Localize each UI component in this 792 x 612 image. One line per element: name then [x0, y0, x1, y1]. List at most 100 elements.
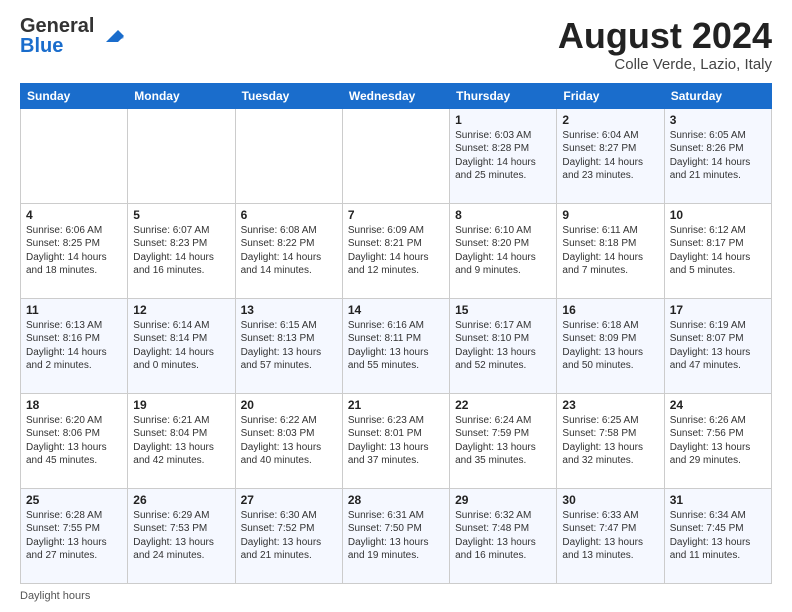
calendar-cell: 2Sunrise: 6:04 AM Sunset: 8:27 PM Daylig… [557, 108, 664, 203]
day-number: 9 [562, 208, 658, 222]
day-info: Sunrise: 6:11 AM Sunset: 8:18 PM Dayligh… [562, 224, 658, 278]
day-info: Sunrise: 6:13 AM Sunset: 8:16 PM Dayligh… [26, 319, 122, 373]
week-row-3: 11 Sunrise: 6:13 AM Sunset: 8:16 PM Dayli… [21, 298, 772, 393]
calendar-cell: 25 Sunrise: 6:28 AM Sunset: 7:55 PM Dayli… [21, 488, 128, 583]
day-info: Sunrise: 6:23 AM Sunset: 8:01 PM Dayligh… [348, 414, 444, 468]
day-info: Sunrise: 6:22 AM Sunset: 8:03 PM Dayligh… [241, 414, 337, 468]
day-info: Sunrise: 6:06 AM Sunset: 8:25 PM Dayligh… [26, 224, 122, 278]
day-info: Sunrise: 6:05 AM Sunset: 8:26 PM Dayligh… [670, 129, 766, 183]
day-info: Sunrise: 6:26 AM Sunset: 7:56 PM Dayligh… [670, 414, 766, 468]
week-row-5: 25 Sunrise: 6:28 AM Sunset: 7:55 PM Dayli… [21, 488, 772, 583]
calendar-cell: 4 Sunrise: 6:06 AM Sunset: 8:25 PM Daylig… [21, 203, 128, 298]
day-number: 1 [455, 113, 551, 127]
weekday-friday: Friday [557, 83, 664, 108]
day-number: 21 [348, 398, 444, 412]
day-number: 13 [241, 303, 337, 317]
day-number: 23 [562, 398, 658, 412]
calendar-cell: 6 Sunrise: 6:08 AM Sunset: 8:22 PM Daylig… [235, 203, 342, 298]
day-number: 12 [133, 303, 229, 317]
day-number: 28 [348, 493, 444, 507]
day-number: 15 [455, 303, 551, 317]
day-number: 7 [348, 208, 444, 222]
day-info: Sunrise: 6:21 AM Sunset: 8:04 PM Dayligh… [133, 414, 229, 468]
calendar-cell [21, 108, 128, 203]
day-info: Sunrise: 6:25 AM Sunset: 7:58 PM Dayligh… [562, 414, 658, 468]
day-number: 17 [670, 303, 766, 317]
calendar-cell: 24 Sunrise: 6:26 AM Sunset: 7:56 PM Dayli… [664, 393, 771, 488]
footer: Daylight hours [20, 590, 772, 602]
weekday-sunday: Sunday [21, 83, 128, 108]
calendar-cell: 22Sunrise: 6:24 AM Sunset: 7:59 PM Dayli… [450, 393, 557, 488]
day-number: 27 [241, 493, 337, 507]
day-info: Sunrise: 6:07 AM Sunset: 8:23 PM Dayligh… [133, 224, 229, 278]
day-number: 19 [133, 398, 229, 412]
calendar-cell: 27 Sunrise: 6:30 AM Sunset: 7:52 PM Dayli… [235, 488, 342, 583]
calendar-cell: 11 Sunrise: 6:13 AM Sunset: 8:16 PM Dayli… [21, 298, 128, 393]
day-info: Sunrise: 6:03 AM Sunset: 8:28 PM Dayligh… [455, 129, 551, 183]
week-row-1: 1 Sunrise: 6:03 AM Sunset: 8:28 PM Daylig… [21, 108, 772, 203]
calendar-cell: 18 Sunrise: 6:20 AM Sunset: 8:06 PM Dayli… [21, 393, 128, 488]
day-number: 10 [670, 208, 766, 222]
calendar-cell [235, 108, 342, 203]
header: General Blue August 2024 Colle Verde, La… [20, 16, 772, 73]
day-number: 11 [26, 303, 122, 317]
calendar-cell: 9 Sunrise: 6:11 AM Sunset: 8:18 PM Daylig… [557, 203, 664, 298]
logo-general: General [20, 16, 94, 36]
day-number: 6 [241, 208, 337, 222]
day-info: Sunrise: 6:28 AM Sunset: 7:55 PM Dayligh… [26, 509, 122, 563]
day-info: Sunrise: 6:33 AM Sunset: 7:47 PM Dayligh… [562, 509, 658, 563]
day-number: 25 [26, 493, 122, 507]
day-number: 30 [562, 493, 658, 507]
day-info: Sunrise: 6:20 AM Sunset: 8:06 PM Dayligh… [26, 414, 122, 468]
day-number: 22 [455, 398, 551, 412]
month-title: August 2024 [558, 16, 772, 56]
day-number: 20 [241, 398, 337, 412]
page: General Blue August 2024 Colle Verde, La… [0, 0, 792, 612]
calendar-cell: 31Sunrise: 6:34 AM Sunset: 7:45 PM Dayli… [664, 488, 771, 583]
calendar-cell: 3Sunrise: 6:05 AM Sunset: 8:26 PM Daylig… [664, 108, 771, 203]
day-info: Sunrise: 6:19 AM Sunset: 8:07 PM Dayligh… [670, 319, 766, 373]
day-number: 29 [455, 493, 551, 507]
day-info: Sunrise: 6:14 AM Sunset: 8:14 PM Dayligh… [133, 319, 229, 373]
calendar-body: 1 Sunrise: 6:03 AM Sunset: 8:28 PM Daylig… [21, 108, 772, 583]
weekday-thursday: Thursday [450, 83, 557, 108]
header-right: August 2024 Colle Verde, Lazio, Italy [558, 16, 772, 73]
calendar-cell: 26Sunrise: 6:29 AM Sunset: 7:53 PM Dayli… [128, 488, 235, 583]
day-number: 26 [133, 493, 229, 507]
calendar-cell: 1 Sunrise: 6:03 AM Sunset: 8:28 PM Daylig… [450, 108, 557, 203]
location: Colle Verde, Lazio, Italy [558, 56, 772, 73]
day-info: Sunrise: 6:30 AM Sunset: 7:52 PM Dayligh… [241, 509, 337, 563]
calendar-cell: 15Sunrise: 6:17 AM Sunset: 8:10 PM Dayli… [450, 298, 557, 393]
logo: General Blue [20, 16, 126, 56]
calendar-cell: 16 Sunrise: 6:18 AM Sunset: 8:09 PM Dayli… [557, 298, 664, 393]
day-number: 2 [562, 113, 658, 127]
day-info: Sunrise: 6:18 AM Sunset: 8:09 PM Dayligh… [562, 319, 658, 373]
day-info: Sunrise: 6:31 AM Sunset: 7:50 PM Dayligh… [348, 509, 444, 563]
weekday-saturday: Saturday [664, 83, 771, 108]
calendar-cell: 7 Sunrise: 6:09 AM Sunset: 8:21 PM Daylig… [342, 203, 449, 298]
logo-icon [98, 22, 126, 50]
day-info: Sunrise: 6:08 AM Sunset: 8:22 PM Dayligh… [241, 224, 337, 278]
calendar-cell: 8 Sunrise: 6:10 AM Sunset: 8:20 PM Daylig… [450, 203, 557, 298]
calendar-cell: 29 Sunrise: 6:32 AM Sunset: 7:48 PM Dayli… [450, 488, 557, 583]
calendar-cell: 13 Sunrise: 6:15 AM Sunset: 8:13 PM Dayli… [235, 298, 342, 393]
logo-blue: Blue [20, 36, 94, 56]
day-info: Sunrise: 6:15 AM Sunset: 8:13 PM Dayligh… [241, 319, 337, 373]
day-number: 4 [26, 208, 122, 222]
calendar-cell [342, 108, 449, 203]
calendar-cell: 10Sunrise: 6:12 AM Sunset: 8:17 PM Dayli… [664, 203, 771, 298]
day-info: Sunrise: 6:09 AM Sunset: 8:21 PM Dayligh… [348, 224, 444, 278]
day-number: 8 [455, 208, 551, 222]
day-info: Sunrise: 6:10 AM Sunset: 8:20 PM Dayligh… [455, 224, 551, 278]
week-row-2: 4 Sunrise: 6:06 AM Sunset: 8:25 PM Daylig… [21, 203, 772, 298]
calendar-cell: 28 Sunrise: 6:31 AM Sunset: 7:50 PM Dayli… [342, 488, 449, 583]
day-number: 18 [26, 398, 122, 412]
day-info: Sunrise: 6:32 AM Sunset: 7:48 PM Dayligh… [455, 509, 551, 563]
day-info: Sunrise: 6:16 AM Sunset: 8:11 PM Dayligh… [348, 319, 444, 373]
day-number: 16 [562, 303, 658, 317]
calendar-cell: 21 Sunrise: 6:23 AM Sunset: 8:01 PM Dayli… [342, 393, 449, 488]
day-number: 24 [670, 398, 766, 412]
calendar-cell: 17 Sunrise: 6:19 AM Sunset: 8:07 PM Dayli… [664, 298, 771, 393]
day-number: 31 [670, 493, 766, 507]
calendar-cell: 14Sunrise: 6:16 AM Sunset: 8:11 PM Dayli… [342, 298, 449, 393]
